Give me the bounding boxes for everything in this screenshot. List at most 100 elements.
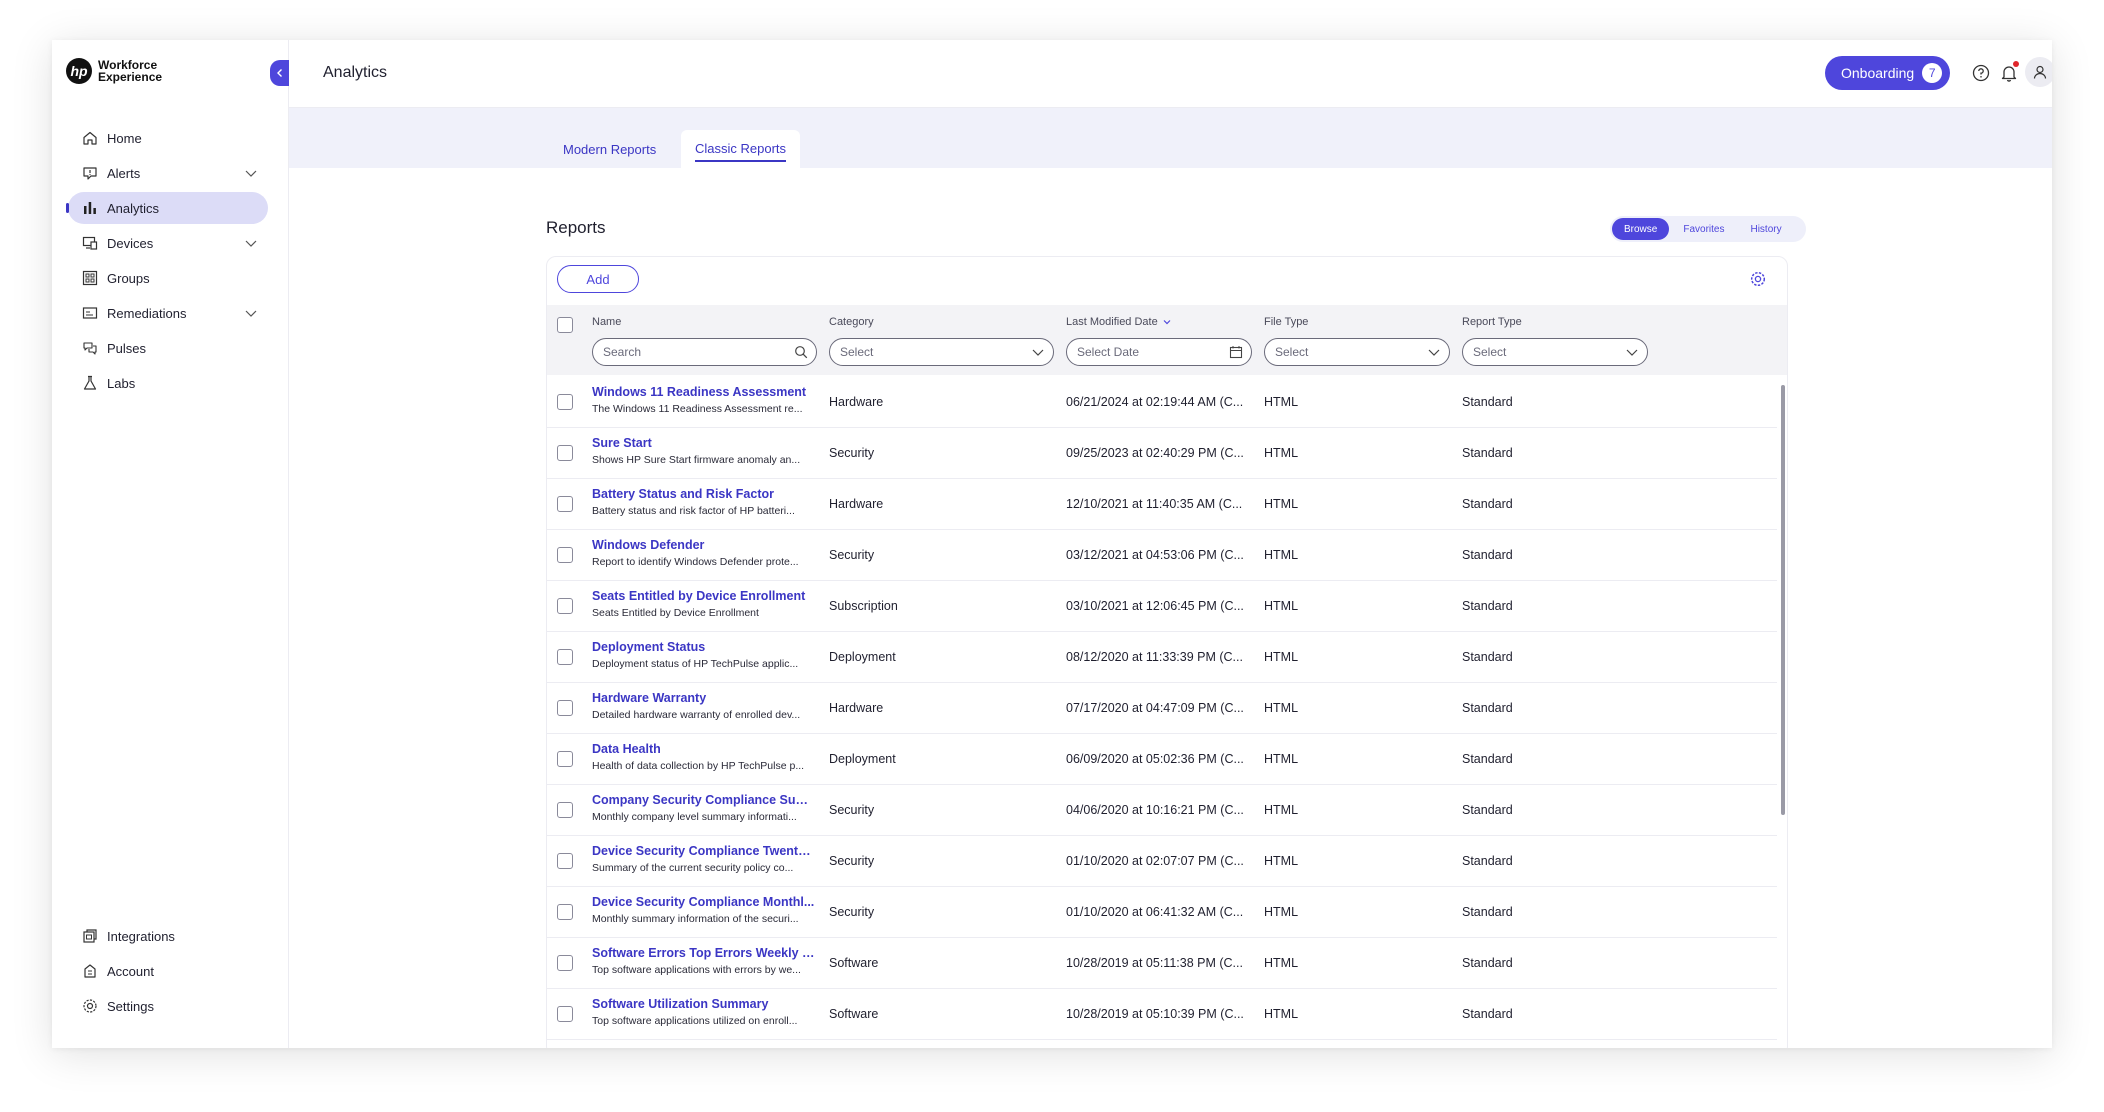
row-checkbox[interactable]: [557, 496, 573, 512]
toggle-favorites[interactable]: Favorites: [1671, 218, 1736, 240]
brand[interactable]: hp Workforce Experience: [66, 58, 162, 84]
report-description: Health of data collection by HP TechPuls…: [592, 760, 805, 772]
table-row[interactable]: Seats Entitled by Device Enrollment Seat…: [547, 581, 1777, 632]
chevron-down-icon[interactable]: [244, 236, 258, 250]
column-header-file-type[interactable]: File Type: [1264, 316, 1308, 328]
table-row[interactable]: Sure Start Shows HP Sure Start firmware …: [547, 428, 1777, 479]
report-description: Detailed hardware warranty of enrolled d…: [592, 709, 801, 721]
report-last-modified: 01/10/2020 at 06:41:32 AM (C...: [1066, 905, 1244, 919]
column-header-report-type[interactable]: Report Type: [1462, 316, 1522, 328]
report-name-link[interactable]: Battery Status and Risk Factor: [592, 487, 817, 501]
table-row[interactable]: Hardware Warranty Detailed hardware warr…: [547, 683, 1777, 734]
sidebar-item-labs[interactable]: Labs: [68, 367, 268, 399]
select-all-checkbox[interactable]: [557, 317, 573, 333]
report-last-modified: 07/17/2020 at 04:47:09 PM (C...: [1066, 701, 1244, 715]
integrations-icon: [82, 928, 98, 944]
row-checkbox[interactable]: [557, 649, 573, 665]
sidebar-item-devices[interactable]: Devices: [68, 227, 268, 259]
sidebar-item-label: Remediations: [107, 305, 187, 321]
row-checkbox[interactable]: [557, 802, 573, 818]
sidebar-item-pulses[interactable]: Pulses: [68, 332, 268, 364]
sidebar-item-home[interactable]: Home: [68, 122, 268, 154]
report-name-link[interactable]: Deployment Status: [592, 640, 817, 654]
row-checkbox[interactable]: [557, 955, 573, 971]
column-header-name[interactable]: Name: [592, 316, 621, 328]
tab-modern-reports[interactable]: Modern Reports: [549, 130, 670, 168]
report-name-link[interactable]: Windows Defender: [592, 538, 817, 552]
row-checkbox[interactable]: [557, 445, 573, 461]
table-row[interactable]: Data Health Health of data collection by…: [547, 734, 1777, 785]
file-type-select[interactable]: Select: [1264, 338, 1450, 366]
table-scrollbar[interactable]: [1781, 385, 1785, 815]
table-settings-gear-icon[interactable]: [1749, 270, 1767, 288]
avatar[interactable]: [2025, 57, 2052, 87]
column-header-last-modified[interactable]: Last Modified Date: [1066, 316, 1172, 328]
search-icon: [795, 346, 808, 359]
table-row[interactable]: Deployment Status Deployment status of H…: [547, 632, 1777, 683]
table-row[interactable]: Windows 11 Readiness Assessment The Wind…: [547, 377, 1777, 428]
category-select[interactable]: Select: [829, 338, 1054, 366]
table-row[interactable]: Company Security Compliance Sum... Month…: [547, 785, 1777, 836]
report-type: Standard: [1462, 599, 1513, 613]
sidebar-item-groups[interactable]: Groups: [68, 262, 268, 294]
sidebar-item-label: Account: [107, 963, 154, 979]
report-type: Standard: [1462, 446, 1513, 460]
column-header-category[interactable]: Category: [829, 316, 874, 328]
report-name-link[interactable]: Hardware Warranty: [592, 691, 817, 705]
row-checkbox[interactable]: [557, 598, 573, 614]
report-name-link[interactable]: Software Errors Top Errors Weekly S...: [592, 946, 817, 960]
row-checkbox[interactable]: [557, 547, 573, 563]
report-tabs: Modern Reports Classic Reports: [289, 108, 2052, 168]
sidebar-collapse-button[interactable]: [270, 60, 290, 86]
table-row[interactable]: Software Errors Top Errors Weekly S... T…: [547, 938, 1777, 989]
tab-classic-reports[interactable]: Classic Reports: [681, 130, 801, 168]
report-file-type: HTML: [1264, 650, 1299, 664]
report-type-select[interactable]: Select: [1462, 338, 1648, 366]
table-row[interactable]: Software Utilization Summary Top softwar…: [547, 989, 1777, 1040]
row-checkbox[interactable]: [557, 700, 573, 716]
notifications-button[interactable]: [1997, 61, 2021, 85]
date-picker-input[interactable]: Select Date: [1066, 338, 1252, 366]
notification-dot: [2013, 61, 2019, 67]
table-row[interactable]: Battery Status and Risk Factor Battery s…: [547, 479, 1777, 530]
report-name-link[interactable]: Device Security Compliance Twenty ...: [592, 844, 817, 858]
app-window: hp Workforce Experience Home Alerts Anal…: [52, 40, 2052, 1048]
table-row[interactable]: Windows Defender Report to identify Wind…: [547, 530, 1777, 581]
sidebar-item-integrations[interactable]: Integrations: [68, 920, 268, 952]
report-name-link[interactable]: Seats Entitled by Device Enrollment: [592, 589, 817, 603]
chevron-down-icon[interactable]: [244, 306, 258, 320]
report-last-modified: 06/21/2024 at 02:19:44 AM (C...: [1066, 395, 1244, 409]
hp-logo-icon: hp: [66, 58, 92, 84]
toggle-browse[interactable]: Browse: [1612, 218, 1670, 240]
report-file-type: HTML: [1264, 395, 1299, 409]
row-checkbox[interactable]: [557, 904, 573, 920]
row-checkbox[interactable]: [557, 1006, 573, 1022]
report-name-link[interactable]: Company Security Compliance Sum...: [592, 793, 817, 807]
row-checkbox[interactable]: [557, 394, 573, 410]
onboarding-label: Onboarding: [1841, 65, 1915, 81]
report-name-link[interactable]: Data Health: [592, 742, 817, 756]
sidebar-item-settings[interactable]: Settings: [68, 990, 268, 1022]
chevron-down-icon[interactable]: [244, 166, 258, 180]
report-name-link[interactable]: Windows 11 Readiness Assessment: [592, 385, 817, 399]
sidebar-item-remediations[interactable]: Remediations: [68, 297, 268, 329]
help-button[interactable]: [1969, 61, 1993, 85]
sidebar-item-analytics[interactable]: Analytics: [66, 192, 268, 224]
add-button[interactable]: Add: [557, 265, 639, 293]
sidebar-item-alerts[interactable]: Alerts: [68, 157, 268, 189]
report-name-link[interactable]: Software Utilization Summary: [592, 997, 817, 1011]
table-row[interactable]: Device Security Compliance Monthl... Mon…: [547, 887, 1777, 938]
onboarding-button[interactable]: Onboarding 7: [1825, 56, 1951, 90]
top-bar: Analytics Onboarding 7: [289, 40, 2052, 108]
report-name-link[interactable]: Sure Start: [592, 436, 817, 450]
report-category: Deployment: [829, 752, 896, 766]
table-row[interactable]: Device Security Compliance Twenty ... Su…: [547, 836, 1777, 887]
labs-icon: [82, 375, 98, 391]
row-checkbox[interactable]: [557, 853, 573, 869]
name-search-input[interactable]: Search: [592, 338, 817, 366]
sidebar-item-account[interactable]: Account: [68, 955, 268, 987]
report-name-link[interactable]: Device Security Compliance Monthl...: [592, 895, 817, 909]
toggle-history[interactable]: History: [1738, 218, 1793, 240]
report-category: Security: [829, 803, 875, 817]
row-checkbox[interactable]: [557, 751, 573, 767]
